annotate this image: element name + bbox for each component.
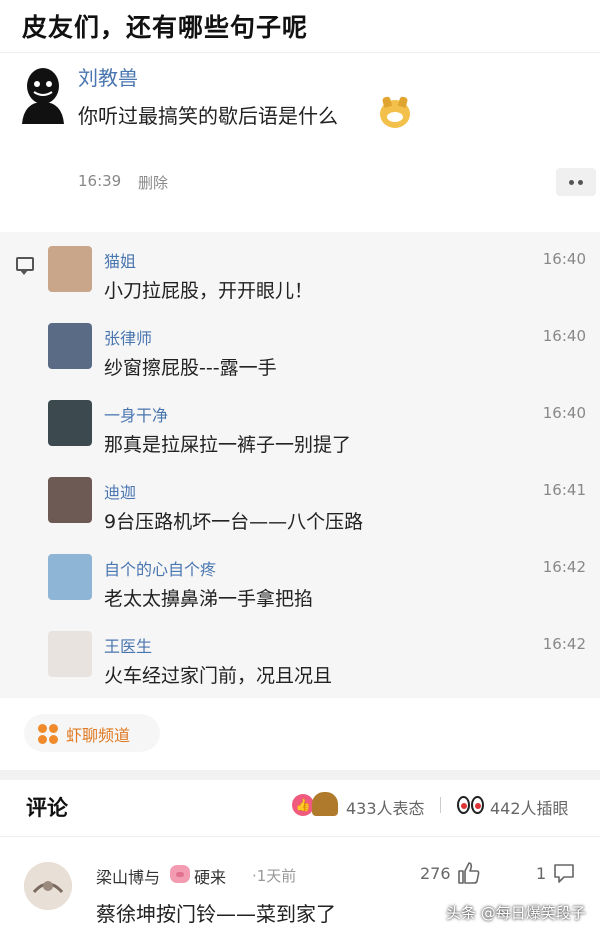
post-text: 你听过最搞笑的歇后语是什么: [78, 104, 338, 128]
commenter-name-part2[interactable]: 硬来: [194, 864, 226, 888]
reply-icon[interactable]: [552, 861, 576, 885]
chat-avatar[interactable]: [48, 400, 92, 446]
chat-message-time: 16:41: [542, 481, 586, 499]
chat-sender-name[interactable]: 自个的心自个疼: [104, 556, 216, 580]
delete-link[interactable]: 删除: [138, 172, 168, 193]
chat-avatar[interactable]: [48, 246, 92, 292]
chat-message-text: 纱窗擦屁股---露一手: [104, 357, 277, 379]
more-options-button[interactable]: [556, 168, 596, 196]
chat-sender-name[interactable]: 一身干净: [104, 402, 168, 426]
dog-emoji-icon: [380, 100, 410, 128]
chat-message: 王医生火车经过家门前，况且况且 16:42: [0, 621, 600, 698]
chat-sender-name[interactable]: 张律师: [104, 325, 152, 349]
chat-message-time: 16:42: [542, 558, 586, 576]
reactions-count[interactable]: 433人表态: [346, 795, 425, 819]
helmet-reaction-icon: [312, 792, 338, 816]
chat-message-text: 老太太擤鼻涕一手拿把掐: [104, 588, 314, 610]
comment-text: 蔡徐坤按门铃——菜到家了: [96, 902, 336, 926]
chat-avatar[interactable]: [48, 554, 92, 600]
section-divider: [0, 770, 600, 780]
chat-message-text: 那真是拉屎拉一裤子一别提了: [104, 434, 352, 456]
thumbs-up-reaction-icon: 👍: [292, 794, 314, 816]
author-avatar[interactable]: [20, 66, 66, 124]
chat-message-time: 16:40: [542, 327, 586, 345]
chat-sender-name[interactable]: 王医生: [104, 633, 152, 657]
pig-emoji-icon: [170, 865, 190, 883]
chat-avatar[interactable]: [48, 323, 92, 369]
chat-sender-name[interactable]: 猫姐: [104, 248, 136, 272]
eyes-icon: [456, 794, 486, 816]
header-divider: [440, 797, 441, 813]
comment-time: ·1天前: [252, 867, 297, 885]
chat-message-text: 9台压路机坏一台——八个压路: [104, 511, 364, 533]
chat-sender-name[interactable]: 迪迦: [104, 479, 136, 503]
comments-divider: [0, 836, 600, 837]
chat-message-time: 16:40: [542, 250, 586, 268]
post-author[interactable]: 刘教兽: [78, 62, 138, 91]
reply-count: 1: [536, 864, 547, 883]
page-caption: 皮友们，还有哪些句子呢: [22, 13, 309, 42]
comments-title: 评论: [26, 796, 68, 820]
chat-message-time: 16:40: [542, 404, 586, 422]
commenter-name-part1[interactable]: 梁山博与: [96, 864, 160, 888]
chat-message-time: 16:42: [542, 635, 586, 653]
chat-message-text: 小刀拉屁股，开开眼儿！: [104, 280, 314, 302]
chat-message: 一身干净那真是拉屎拉一裤子一别提了 16:40: [0, 390, 600, 467]
commenter-avatar[interactable]: [24, 862, 72, 910]
chat-avatar[interactable]: [48, 631, 92, 677]
watermark: 头条 @每日爆笑段子: [446, 904, 586, 922]
chat-message-text: 火车经过家门前，况且况且: [104, 665, 333, 687]
chat-message: 张律师纱窗擦屁股---露一手 16:40: [0, 313, 600, 390]
channel-icon: [38, 724, 58, 744]
chat-avatar[interactable]: [48, 477, 92, 523]
chat-message: 自个的心自个疼老太太擤鼻涕一手拿把掐 16:42: [0, 544, 600, 621]
chat-message: 迪迦 9台压路机坏一台——八个压路 16:41: [0, 467, 600, 544]
like-count: 276: [420, 864, 451, 883]
chat-message: 猫姐小刀拉屁股，开开眼儿！ 16:40: [0, 236, 600, 313]
thumbs-up-icon[interactable]: [456, 860, 482, 886]
channel-tag-label: 虾聊频道: [66, 726, 131, 745]
post-time: 16:39: [78, 172, 122, 190]
views-count[interactable]: 442人插眼: [490, 795, 569, 819]
